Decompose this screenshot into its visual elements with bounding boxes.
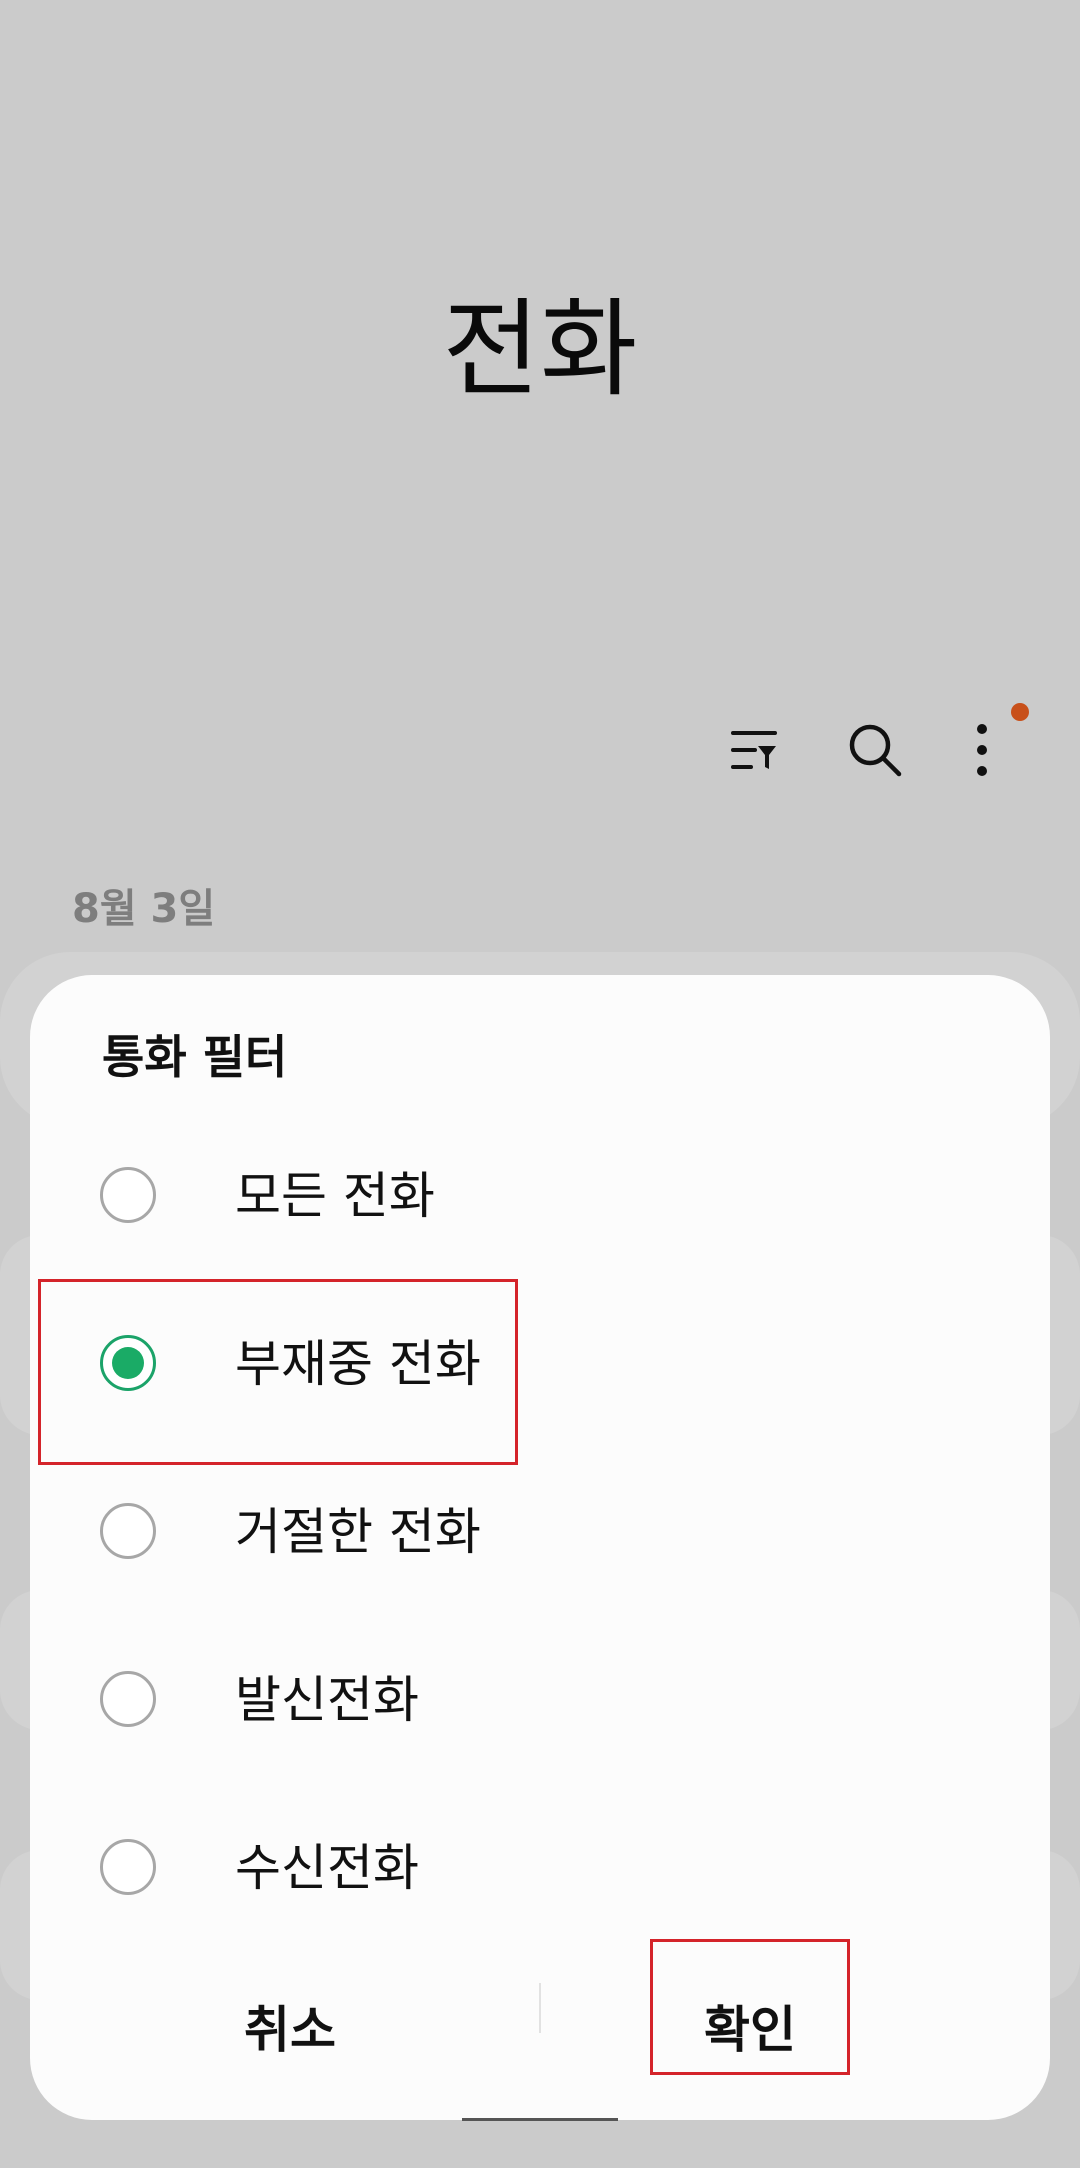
dialog-title: 통화 필터 xyxy=(102,1030,288,1084)
radio-selected-dot xyxy=(112,1347,144,1379)
radio-button[interactable] xyxy=(100,1671,156,1727)
notification-badge xyxy=(1011,703,1029,721)
call-filter-dialog: 통화 필터 모든 전화 부재중 전화 거절한 전화 발신전화 수신전화 취소 확… xyxy=(30,975,1050,2120)
option-label: 수신전화 xyxy=(235,1839,419,1897)
radio-button[interactable] xyxy=(100,1167,156,1223)
radio-button[interactable] xyxy=(100,1503,156,1559)
confirm-button[interactable]: 확인 xyxy=(650,1975,850,2085)
option-label: 거절한 전화 xyxy=(235,1503,481,1561)
search-button[interactable] xyxy=(840,715,910,785)
option-missed-calls[interactable]: 부재중 전화 xyxy=(30,1281,1050,1449)
option-label: 모든 전화 xyxy=(235,1167,435,1225)
option-all-calls[interactable]: 모든 전화 xyxy=(30,1113,1050,1281)
more-options-button[interactable] xyxy=(960,715,1004,785)
radio-button-selected[interactable] xyxy=(100,1335,156,1391)
option-outgoing-calls[interactable]: 발신전화 xyxy=(30,1617,1050,1785)
option-label: 발신전화 xyxy=(235,1671,419,1729)
date-header: 8월 3일 xyxy=(72,886,216,932)
option-rejected-calls[interactable]: 거절한 전화 xyxy=(30,1449,1050,1617)
option-incoming-calls[interactable]: 수신전화 xyxy=(30,1785,1050,1953)
search-icon xyxy=(849,724,902,777)
button-divider xyxy=(539,1983,541,2033)
page-title: 전화 xyxy=(442,288,638,411)
filter-button[interactable] xyxy=(722,717,788,783)
more-vertical-icon xyxy=(977,724,987,776)
option-label: 부재중 전화 xyxy=(235,1335,481,1393)
radio-button[interactable] xyxy=(100,1839,156,1895)
cancel-button[interactable]: 취소 xyxy=(90,1975,490,2085)
filter-list-icon xyxy=(731,731,777,769)
home-indicator xyxy=(462,2118,618,2121)
